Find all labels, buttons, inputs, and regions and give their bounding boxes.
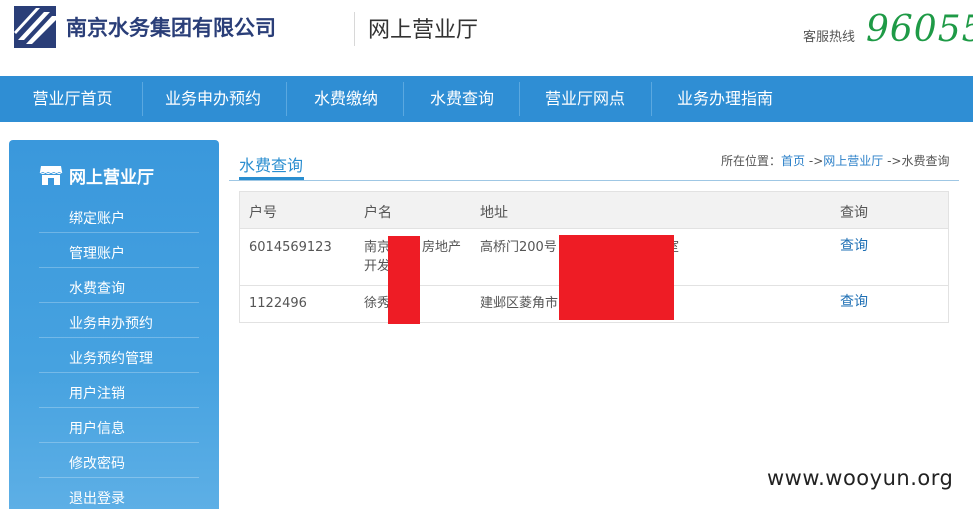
column-header-account: 户号 xyxy=(249,205,277,221)
column-header-address: 地址 xyxy=(480,205,508,221)
nav-separator xyxy=(651,82,652,116)
account-name-part: 开发 xyxy=(364,259,391,274)
sidebar-item-appointment-manage[interactable]: 业务预约管理 xyxy=(69,348,153,368)
nav-separator xyxy=(403,82,404,116)
hotline-label: 客服热线 xyxy=(803,30,856,45)
sidebar-divider xyxy=(39,407,199,408)
account-address: 建邺区菱角市 xyxy=(480,296,559,311)
nav-item-payment[interactable]: 水费缴纳 xyxy=(302,76,390,122)
sidebar-item-change-password[interactable]: 修改密码 xyxy=(69,453,125,473)
nav-item-home[interactable]: 营业厅首页 xyxy=(20,76,125,122)
redaction-block xyxy=(559,235,674,320)
site-title: 网上营业厅 xyxy=(368,18,479,43)
sidebar-divider xyxy=(39,302,199,303)
breadcrumb-separator: -> xyxy=(808,154,824,168)
sidebar-item-manage-account[interactable]: 管理账户 xyxy=(69,243,125,263)
sidebar-divider xyxy=(39,442,199,443)
nav-separator xyxy=(142,82,143,116)
company-logo-icon xyxy=(14,6,56,48)
store-icon xyxy=(39,166,63,185)
sidebar-item-deregister[interactable]: 用户注销 xyxy=(69,383,125,403)
nav-item-bill-query[interactable]: 水费查询 xyxy=(418,76,506,122)
sidebar-divider xyxy=(39,372,199,373)
column-header-query: 查询 xyxy=(840,205,868,221)
breadcrumb-label: 所在位置： xyxy=(721,154,782,168)
nav-item-appointment[interactable]: 业务申办预约 xyxy=(158,76,268,122)
sidebar-divider xyxy=(39,337,199,338)
account-address: 高桥门200号 xyxy=(480,240,557,255)
content-divider xyxy=(229,180,959,181)
site-header: 南京水务集团有限公司 网上营业厅 客服热线 96055 xyxy=(0,0,973,76)
nav-item-guide[interactable]: 业务办理指南 xyxy=(666,76,784,122)
sidebar-item-bind-account[interactable]: 绑定账户 xyxy=(69,208,125,228)
breadcrumb-current: 水费查询 xyxy=(901,154,950,168)
sidebar-item-bill-query[interactable]: 水费查询 xyxy=(69,278,125,298)
redaction-block xyxy=(388,236,420,324)
main-nav: 营业厅首页 业务申办预约 水费缴纳 水费查询 营业厅网点 业务办理指南 xyxy=(0,76,973,122)
column-header-name: 户名 xyxy=(364,205,392,221)
header-divider xyxy=(354,12,355,46)
sidebar-item-logout[interactable]: 退出登录 xyxy=(69,488,125,508)
account-name-part: 南京 xyxy=(364,240,391,255)
breadcrumb-hall-link[interactable]: 网上营业厅 xyxy=(823,154,883,168)
account-name-part: 房地产 xyxy=(422,240,462,255)
breadcrumb-home-link[interactable]: 首页 xyxy=(781,154,805,168)
account-number: 1122496 xyxy=(249,296,307,311)
table-header: 户号 户名 地址 查询 xyxy=(240,192,948,229)
query-link[interactable]: 查询 xyxy=(840,293,868,312)
hotline-number: 96055 xyxy=(866,9,973,50)
sidebar: 网上营业厅 绑定账户 管理账户 水费查询 业务申办预约 业务预约管理 用户注销 … xyxy=(9,140,219,509)
sidebar-divider xyxy=(39,267,199,268)
breadcrumb: 所在位置：首页 ->网上营业厅 ->水费查询 xyxy=(721,152,950,169)
nav-separator xyxy=(286,82,287,116)
watermark: www.wooyun.org xyxy=(767,466,954,490)
sidebar-title: 网上营业厅 xyxy=(69,167,154,188)
query-link[interactable]: 查询 xyxy=(840,237,868,256)
account-number: 6014569123 xyxy=(249,240,332,255)
sidebar-item-user-info[interactable]: 用户信息 xyxy=(69,418,125,438)
sidebar-header: 网上营业厅 xyxy=(39,162,154,188)
company-name: 南京水务集团有限公司 xyxy=(66,16,276,40)
nav-separator xyxy=(519,82,520,116)
sidebar-divider xyxy=(39,477,199,478)
sidebar-item-appointment[interactable]: 业务申办预约 xyxy=(69,313,153,333)
sidebar-divider xyxy=(39,232,199,233)
breadcrumb-separator: -> xyxy=(887,154,902,168)
account-name-part: 徐秀 xyxy=(364,296,391,311)
nav-item-branches[interactable]: 营业厅网点 xyxy=(535,76,635,122)
page-title: 水费查询 xyxy=(239,156,304,175)
